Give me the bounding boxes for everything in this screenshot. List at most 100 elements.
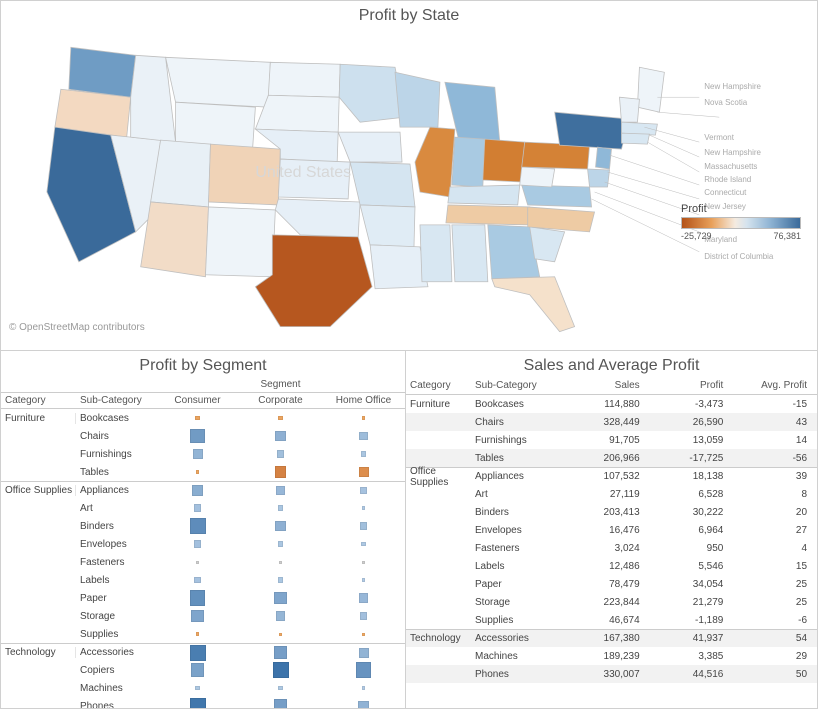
segment-mark[interactable] <box>362 506 366 510</box>
state-arizona[interactable] <box>141 202 209 277</box>
segment-mark[interactable] <box>194 577 201 584</box>
segment-mark[interactable] <box>190 590 206 606</box>
state-connecticut-ri[interactable] <box>621 133 649 144</box>
segment-row[interactable]: Chairs <box>1 427 405 445</box>
segment-row[interactable]: Machines <box>1 679 405 697</box>
state-new-york[interactable] <box>555 112 630 149</box>
segment-row[interactable]: Phones <box>1 697 405 708</box>
segment-mark[interactable] <box>360 487 367 494</box>
segment-row[interactable]: FurnitureBookcases <box>1 409 405 427</box>
segment-row[interactable]: Copiers <box>1 661 405 679</box>
segment-mark[interactable] <box>196 470 199 473</box>
segment-mark[interactable] <box>362 561 365 564</box>
segment-row[interactable]: Office SuppliesAppliances <box>1 481 405 499</box>
state-maine[interactable] <box>637 67 664 112</box>
segment-mark[interactable] <box>361 451 366 456</box>
state-delaware-md[interactable] <box>588 169 610 187</box>
segment-mark[interactable] <box>192 485 203 496</box>
sales-row[interactable]: Machines189,2393,38529 <box>406 647 817 665</box>
segment-mark[interactable] <box>275 466 287 478</box>
segment-mark[interactable] <box>360 522 368 530</box>
state-iowa[interactable] <box>338 132 402 162</box>
sales-row[interactable]: Office SuppliesAppliances107,53218,13839 <box>406 467 817 485</box>
sales-row[interactable]: Phones330,00744,51650 <box>406 665 817 683</box>
segment-row[interactable]: Binders <box>1 517 405 535</box>
segment-mark[interactable] <box>362 416 365 419</box>
segment-row[interactable]: Art <box>1 499 405 517</box>
state-north-dakota[interactable] <box>268 62 340 97</box>
sales-row[interactable]: TechnologyAccessories167,38041,93754 <box>406 629 817 647</box>
state-tennessee[interactable] <box>446 205 530 225</box>
segment-mark[interactable] <box>359 593 368 602</box>
sales-row[interactable]: Chairs328,44926,59043 <box>406 413 817 431</box>
segment-mark[interactable] <box>356 662 371 677</box>
map-area[interactable]: United States New HampshireNova ScotiaVe… <box>1 27 817 337</box>
segment-mark[interactable] <box>278 541 283 546</box>
state-mississippi[interactable] <box>420 225 452 282</box>
sales-row[interactable]: FurnitureBookcases114,880-3,473-15 <box>406 395 817 413</box>
segment-mark[interactable] <box>278 505 283 510</box>
segment-mark[interactable] <box>278 577 283 582</box>
segment-mark[interactable] <box>360 612 367 619</box>
sales-row[interactable]: Storage223,84421,27925 <box>406 593 817 611</box>
sales-row[interactable]: Furnishings91,70513,05914 <box>406 431 817 449</box>
segment-mark[interactable] <box>190 645 206 661</box>
segment-mark[interactable] <box>191 663 204 676</box>
segment-mark[interactable] <box>194 504 201 511</box>
segment-mark[interactable] <box>193 449 203 459</box>
segment-mark[interactable] <box>194 540 201 547</box>
state-new-mexico[interactable] <box>205 207 275 277</box>
state-vermont-nh[interactable] <box>619 97 639 122</box>
segment-mark[interactable] <box>359 432 367 440</box>
state-illinois[interactable] <box>415 127 455 197</box>
sales-row[interactable]: Paper78,47934,05425 <box>406 575 817 593</box>
segment-row[interactable]: Fasteners <box>1 553 405 571</box>
segment-mark[interactable] <box>279 561 282 564</box>
state-texas[interactable] <box>255 235 372 327</box>
state-utah[interactable] <box>151 140 211 207</box>
segment-row[interactable]: Paper <box>1 589 405 607</box>
state-florida[interactable] <box>492 277 575 332</box>
state-virginia[interactable] <box>522 185 592 207</box>
segment-mark[interactable] <box>275 431 286 442</box>
sales-row[interactable]: Art27,1196,5288 <box>406 485 817 503</box>
sales-row[interactable]: Binders203,41330,22220 <box>406 503 817 521</box>
segment-mark[interactable] <box>195 686 200 691</box>
segment-mark[interactable] <box>359 467 369 477</box>
segment-mark[interactable] <box>361 542 365 546</box>
segment-mark[interactable] <box>276 486 285 495</box>
state-alabama[interactable] <box>452 225 488 282</box>
segment-row[interactable]: Supplies <box>1 625 405 643</box>
state-louisiana[interactable] <box>370 245 428 289</box>
segment-row[interactable]: Furnishings <box>1 445 405 463</box>
segment-mark[interactable] <box>359 648 369 658</box>
state-missouri[interactable] <box>350 162 415 207</box>
state-new-jersey[interactable] <box>596 147 612 169</box>
segment-mark[interactable] <box>196 561 199 564</box>
segment-mark[interactable] <box>279 633 282 636</box>
state-montana[interactable] <box>166 57 271 107</box>
segment-mark[interactable] <box>190 698 206 708</box>
segment-mark[interactable] <box>277 450 285 458</box>
sales-row[interactable]: Tables206,966-17,725-56 <box>406 449 817 467</box>
state-wisconsin[interactable] <box>395 72 440 127</box>
segment-mark[interactable] <box>196 632 199 635</box>
segment-mark[interactable] <box>190 429 204 443</box>
segment-row[interactable]: Tables <box>1 463 405 481</box>
segment-mark[interactable] <box>195 416 200 421</box>
segment-mark[interactable] <box>362 686 365 689</box>
segment-mark[interactable] <box>191 610 204 623</box>
segment-row[interactable]: TechnologyAccessories <box>1 643 405 661</box>
sales-row[interactable]: Fasteners3,0249504 <box>406 539 817 557</box>
state-arkansas[interactable] <box>360 205 415 247</box>
segment-mark[interactable] <box>276 611 286 621</box>
segment-mark[interactable] <box>274 699 288 708</box>
segment-mark[interactable] <box>362 633 365 636</box>
sales-row[interactable]: Labels12,4865,54615 <box>406 557 817 575</box>
segment-row[interactable]: Storage <box>1 607 405 625</box>
segment-mark[interactable] <box>190 518 206 534</box>
segment-mark[interactable] <box>278 416 282 420</box>
segment-row[interactable]: Labels <box>1 571 405 589</box>
segment-mark[interactable] <box>278 686 282 690</box>
segment-mark[interactable] <box>275 521 286 532</box>
